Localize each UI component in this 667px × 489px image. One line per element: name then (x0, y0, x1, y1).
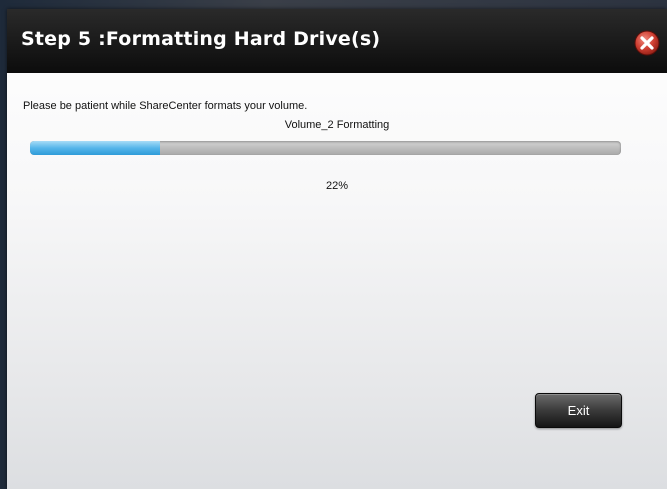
progress-label: Volume_2 Formatting (284, 119, 390, 131)
progress-bar (30, 141, 621, 155)
exit-button[interactable]: Exit (535, 393, 622, 428)
progress-fill (30, 141, 161, 155)
patience-message: Please be patient while ShareCenter form… (23, 100, 308, 112)
dialog-titlebar: Step 5 :Formatting Hard Drive(s) (7, 9, 667, 73)
progress-percent: 22% (325, 180, 349, 192)
format-dialog: Step 5 :Formatting Hard Drive(s) Please … (7, 9, 667, 489)
close-icon[interactable] (634, 30, 660, 56)
dialog-title: Step 5 :Formatting Hard Drive(s) (21, 28, 381, 50)
dialog-content: Please be patient while ShareCenter form… (7, 73, 667, 489)
